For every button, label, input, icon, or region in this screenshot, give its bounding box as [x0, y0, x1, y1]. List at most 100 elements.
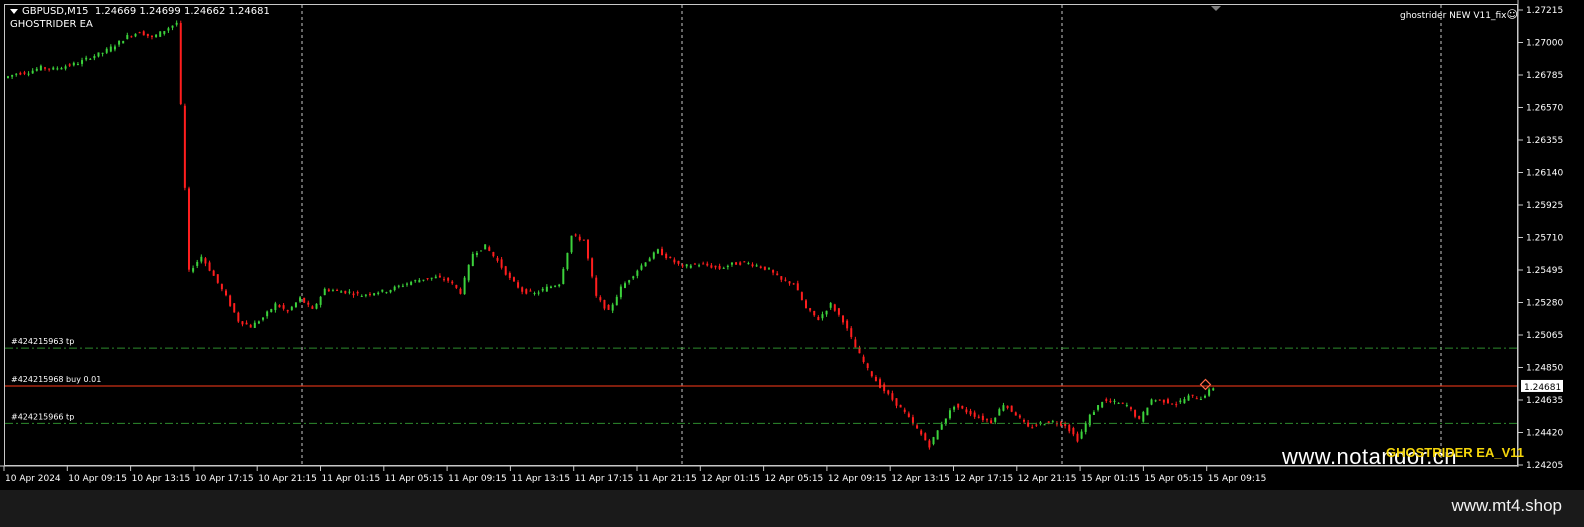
time-tick-label: 12 Apr 09:15 — [828, 474, 887, 484]
candle-body — [957, 403, 960, 408]
candle-body — [52, 67, 55, 70]
candle-body — [138, 32, 141, 34]
candle-body — [134, 33, 137, 37]
order-lines: #424215963 tp #424215968 buy 0.01 #4242159… — [5, 337, 1517, 424]
candle-body — [800, 292, 803, 301]
candle-body — [578, 236, 581, 241]
candle-body — [566, 252, 569, 270]
candle-body — [537, 292, 540, 294]
candle-body — [368, 293, 371, 295]
candle-body — [1023, 419, 1026, 422]
candle-body — [1179, 400, 1182, 403]
candle-body — [467, 264, 470, 281]
candle-body — [299, 297, 302, 302]
candle-body — [1146, 407, 1149, 416]
candle-body — [1031, 427, 1034, 429]
candle-body — [977, 416, 980, 418]
candle-body — [385, 292, 388, 294]
candle-body — [1154, 400, 1157, 402]
price-chart[interactable]: #424215963 tp #424215968 buy 0.01 #4242159… — [0, 0, 1584, 490]
candle-body — [1006, 405, 1009, 409]
symbol-header[interactable]: GBPUSD,M15 1.24669 1.24699 1.24662 1.246… — [10, 6, 270, 17]
candle-body — [669, 256, 672, 258]
candle-body — [866, 363, 869, 369]
candle-body — [422, 279, 425, 281]
candle-body — [636, 270, 639, 276]
candle-body — [825, 310, 828, 315]
footer-link[interactable]: www.mt4.shop — [1451, 496, 1562, 516]
candle-body — [484, 244, 487, 250]
candle-body — [220, 284, 223, 290]
candle-body — [907, 413, 910, 417]
candle-body — [887, 390, 890, 394]
candle-body — [883, 384, 886, 392]
candle-body — [500, 259, 503, 268]
candle-body — [278, 305, 281, 308]
candle-body — [262, 317, 265, 320]
time-tick-label: 10 Apr 2024 — [5, 474, 61, 484]
candle-body — [1113, 400, 1116, 402]
candle-body — [11, 74, 14, 77]
candle-body — [163, 31, 166, 34]
candle-body — [813, 310, 816, 316]
candle-body — [1092, 412, 1095, 415]
candle-body — [475, 252, 478, 255]
candle-body — [443, 279, 446, 281]
candle-body — [529, 290, 532, 292]
time-tick-label: 11 Apr 21:15 — [638, 474, 697, 484]
candle-body — [229, 295, 232, 306]
candle-body — [282, 305, 285, 309]
time-tick-label: 11 Apr 01:15 — [322, 474, 381, 484]
footer-bar: www.mt4.shop — [0, 490, 1584, 527]
candle-body — [504, 266, 507, 275]
candle-body — [389, 289, 392, 293]
candle-body — [200, 256, 203, 262]
candle-body — [833, 304, 836, 311]
candle-body — [19, 72, 22, 75]
candle-body — [554, 285, 557, 287]
candle-body — [640, 265, 643, 270]
candle-body — [496, 257, 499, 261]
candle-body — [759, 266, 762, 268]
candle-body — [981, 415, 984, 420]
indicator-label: ghostrider NEW V11_fix☺ — [1400, 8, 1518, 21]
candle-body — [998, 409, 1001, 416]
candle-body — [969, 410, 972, 415]
candle-body — [434, 276, 437, 279]
candle-body — [846, 320, 849, 329]
candles — [7, 20, 1215, 450]
candle-body — [920, 430, 923, 435]
candle-body — [545, 286, 548, 292]
candle-body — [1084, 423, 1087, 432]
candle-body — [973, 412, 976, 417]
candle-body — [595, 277, 598, 296]
candle-body — [644, 262, 647, 267]
candle-body — [410, 281, 413, 285]
ea-watermark: GHOSTRIDER EA_V11 — [1386, 445, 1524, 460]
candle-body — [628, 280, 631, 283]
dropdown-arrow-icon[interactable] — [10, 8, 18, 14]
smiley-icon: ☺ — [1506, 8, 1518, 21]
candle-body — [241, 321, 244, 325]
candle-body — [414, 280, 417, 282]
candle-body — [31, 70, 34, 74]
candle-body — [327, 289, 330, 292]
candle-body — [702, 263, 705, 265]
candle-body — [994, 417, 997, 422]
candle-body — [870, 371, 873, 377]
candle-body — [1043, 424, 1046, 426]
candle-body — [512, 277, 515, 282]
candle-body — [706, 263, 709, 266]
candle-body — [294, 302, 297, 307]
candle-body — [788, 281, 791, 284]
order-label: #424215966 tp — [11, 412, 74, 421]
candle-body — [23, 72, 26, 74]
price-tick-label: 1.24850 — [1526, 364, 1563, 374]
chart-window[interactable]: #424215963 tp #424215968 buy 0.01 #4242159… — [0, 0, 1584, 490]
candle-body — [89, 58, 92, 60]
candle-body — [689, 265, 692, 268]
candle-body — [821, 314, 824, 319]
candle-body — [1195, 398, 1198, 400]
candle-body — [93, 56, 96, 59]
candle-body — [155, 34, 158, 37]
